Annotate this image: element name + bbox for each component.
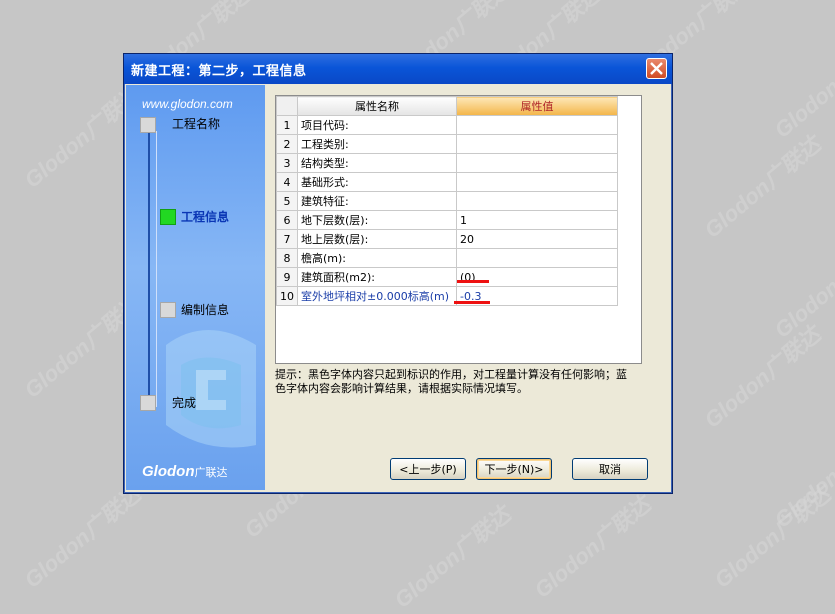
title-bar[interactable]: 新建工程：第二步，工程信息 [124, 54, 672, 84]
property-value-cell[interactable] [456, 153, 618, 173]
next-button[interactable]: 下一步(N)> [476, 458, 552, 480]
brand-name-cn: 广联达 [194, 467, 228, 479]
row-number: 8 [276, 248, 298, 268]
step-label-compile-info: 编制信息 [181, 303, 230, 317]
watermark-text: Glodon广联达 [769, 421, 835, 533]
watermark-text: Glodon广联达 [699, 131, 826, 243]
property-value-cell[interactable] [456, 248, 618, 268]
step-marker-2-active [160, 209, 176, 225]
property-value-cell[interactable] [456, 191, 618, 211]
close-icon [650, 62, 663, 75]
property-name-cell: 檐高(m): [297, 248, 457, 268]
empty-cell [456, 324, 618, 342]
step-connector-line [148, 131, 150, 407]
website-url: www.glodon.com [142, 97, 233, 111]
property-value-cell[interactable] [456, 115, 618, 135]
step-marker-4 [140, 395, 156, 411]
row-number: 3 [276, 153, 298, 173]
header-property-name[interactable]: 属性名称 [297, 96, 457, 116]
empty-cell [297, 324, 457, 342]
watermark-text: Glodon广联达 [769, 31, 835, 143]
watermark-text: Glodon广联达 [19, 481, 146, 593]
red-underline-floors [454, 301, 490, 304]
table-row[interactable]: 9 建筑面积(m2): (0) [276, 267, 618, 287]
watermark-text: Glodon广联达 [529, 491, 656, 603]
empty-row [276, 324, 618, 342]
property-value-cell[interactable] [456, 172, 618, 192]
property-name-cell: 室外地坪相对±0.000标高(m) [297, 286, 457, 306]
property-name-cell: 建筑特征: [297, 191, 457, 211]
row-number: 4 [276, 172, 298, 192]
table-row[interactable]: 4 基础形式: [276, 172, 618, 192]
empty-cell [297, 342, 457, 360]
property-table: 属性名称 属性值 1 项目代码: 2 工程类别: 3 结构类型: 4 基础形式: 5 建筑特征: 6… [276, 96, 618, 360]
step-marker-1 [140, 117, 156, 133]
property-name-cell: 工程类别: [297, 134, 457, 154]
prev-button[interactable]: <上一步(P) [390, 458, 466, 480]
row-number: 5 [276, 191, 298, 211]
wizard-content: 属性名称 属性值 1 项目代码: 2 工程类别: 3 结构类型: 4 基础形式: 5 建筑特征: 6… [267, 85, 670, 480]
row-number: 2 [276, 134, 298, 154]
close-button[interactable] [646, 58, 667, 79]
property-value-cell[interactable]: (0) [456, 267, 618, 287]
row-number: 9 [276, 267, 298, 287]
property-grid: 属性名称 属性值 1 项目代码: 2 工程类别: 3 结构类型: 4 基础形式: 5 建筑特征: 6… [275, 95, 642, 364]
empty-row [276, 305, 618, 324]
table-row[interactable]: 10 室外地坪相对±0.000标高(m) -0.3 [276, 286, 618, 306]
row-number: 6 [276, 210, 298, 230]
wizard-sidebar: www.glodon.com 工程名称 工程信息 编制信息 完成 Glodon广… [126, 85, 265, 490]
step-label-project-name: 工程名称 [172, 117, 221, 131]
property-name-cell: 建筑面积(m2): [297, 267, 457, 287]
empty-cell [276, 305, 298, 324]
glodon-logo-graphic [166, 330, 256, 448]
step-label-project-info: 工程信息 [181, 210, 230, 224]
cancel-button[interactable]: 取消 [572, 458, 648, 480]
table-row[interactable]: 5 建筑特征: [276, 191, 618, 211]
empty-row [276, 342, 618, 360]
table-row[interactable]: 6 地下层数(层): 1 [276, 210, 618, 230]
table-row[interactable]: 7 地上层数(层): 20 [276, 229, 618, 249]
property-value-cell[interactable]: 20 [456, 229, 618, 249]
new-project-dialog: 新建工程：第二步，工程信息 www.glodon.com 工程名称 工程信息 编… [123, 53, 673, 494]
empty-cell [276, 324, 298, 342]
step-label-finish: 完成 [172, 396, 197, 410]
property-name-cell: 地下层数(层): [297, 210, 457, 230]
empty-cell [276, 342, 298, 360]
empty-cell [297, 305, 457, 324]
table-row[interactable]: 1 项目代码: [276, 115, 618, 135]
empty-cell [456, 342, 618, 360]
empty-cell [456, 305, 618, 324]
hint-text: 提示：黑色字体内容只起到标识的作用，对工程量计算没有任何影响；蓝色字体内容会影响… [275, 368, 627, 395]
grid-corner [276, 96, 298, 116]
brand-logo: Glodon广联达 [142, 463, 228, 480]
property-value-cell[interactable] [456, 134, 618, 154]
watermark-text: Glodon广联达 [389, 501, 516, 613]
property-name-cell: 地上层数(层): [297, 229, 457, 249]
brand-name: Glodon [142, 463, 195, 480]
watermark-text: Glodon广联达 [769, 231, 835, 343]
dialog-title: 新建工程：第二步，工程信息 [131, 64, 307, 79]
row-number: 1 [276, 115, 298, 135]
header-property-value[interactable]: 属性值 [456, 96, 618, 116]
property-name-cell: 结构类型: [297, 153, 457, 173]
property-value-cell[interactable]: 1 [456, 210, 618, 230]
table-row[interactable]: 8 檐高(m): [276, 248, 618, 268]
table-row[interactable]: 3 结构类型: [276, 153, 618, 173]
step-marker-3 [160, 302, 176, 318]
step-connector-highlight [156, 131, 157, 407]
row-number: 7 [276, 229, 298, 249]
row-number: 10 [276, 286, 298, 306]
watermark-text: Glodon广联达 [699, 321, 826, 433]
table-row[interactable]: 2 工程类别: [276, 134, 618, 154]
property-name-cell: 项目代码: [297, 115, 457, 135]
property-name-cell: 基础形式: [297, 172, 457, 192]
red-underline-basement [457, 280, 489, 283]
